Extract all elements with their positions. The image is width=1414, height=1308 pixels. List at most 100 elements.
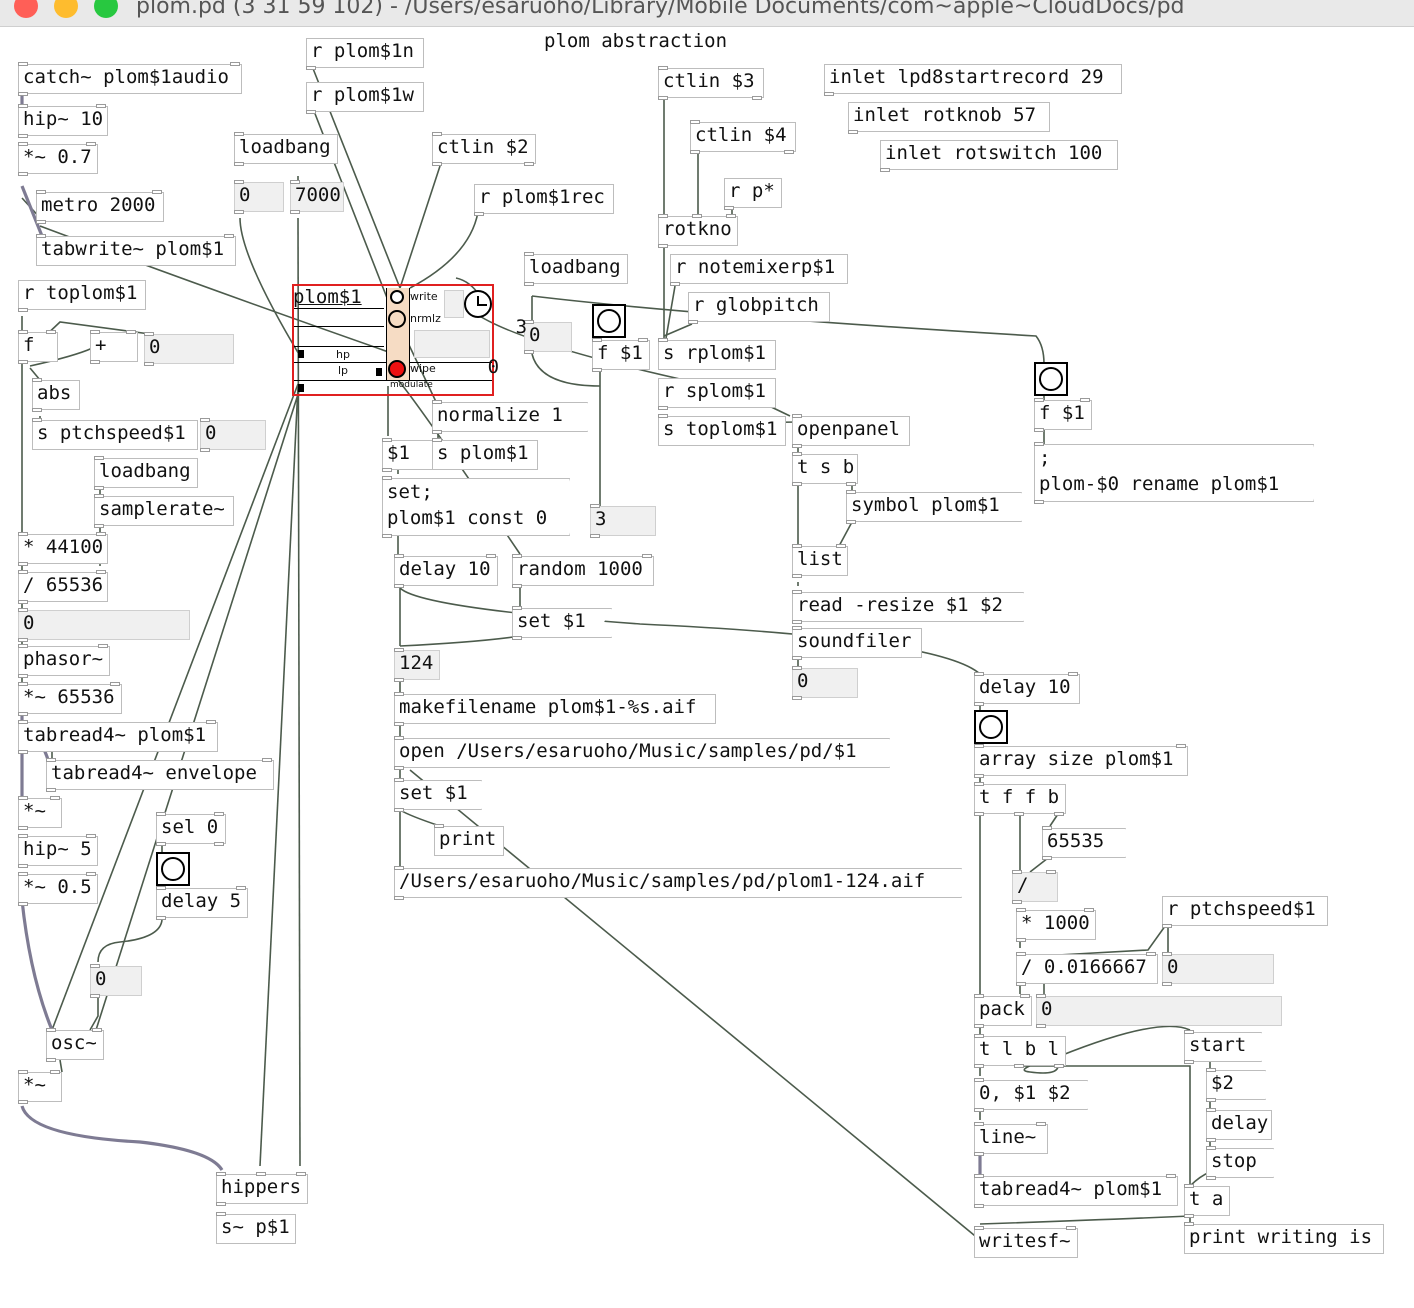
outlet-port[interactable] bbox=[144, 362, 154, 366]
inlet-port[interactable] bbox=[96, 104, 106, 108]
inlet-port[interactable] bbox=[46, 1028, 56, 1032]
inlet-port[interactable] bbox=[18, 644, 28, 648]
inlet-port[interactable] bbox=[96, 570, 106, 574]
object-box-array-size[interactable]: array size plom$1 bbox=[974, 744, 1188, 778]
outlet-port[interactable] bbox=[974, 1024, 984, 1028]
inlet-port[interactable] bbox=[1046, 870, 1056, 874]
inlet-port[interactable] bbox=[974, 994, 984, 998]
object-box-s-ptchspeed[interactable]: s ptchspeed$1 bbox=[32, 418, 198, 450]
object-box-hippers[interactable]: hippers bbox=[216, 1172, 308, 1206]
outlet-port[interactable] bbox=[394, 896, 404, 900]
object-box-soundfiler[interactable]: soundfiler bbox=[792, 626, 922, 660]
outlet-port[interactable] bbox=[382, 534, 392, 538]
inlet-port[interactable] bbox=[638, 338, 648, 342]
outlet-port[interactable] bbox=[1014, 1064, 1024, 1068]
gop-slider-lp[interactable] bbox=[376, 368, 382, 376]
outlet-port[interactable] bbox=[394, 584, 404, 588]
inlet-port[interactable] bbox=[726, 214, 736, 218]
gop-slider-hp[interactable] bbox=[298, 350, 304, 358]
message-box-set1-a[interactable]: set $1 bbox=[512, 606, 602, 640]
bang-button[interactable] bbox=[974, 710, 1008, 744]
object-box-print-writing[interactable]: print writing is bbox=[1184, 1222, 1384, 1254]
outlet-port[interactable] bbox=[382, 468, 392, 472]
number-box-num-c[interactable]: 0 bbox=[18, 608, 190, 642]
inlet-port[interactable] bbox=[18, 608, 28, 612]
object-box-metro[interactable]: metro 2000 bbox=[36, 190, 164, 224]
outlet-port[interactable] bbox=[792, 696, 802, 700]
close-window-button[interactable] bbox=[14, 0, 38, 18]
wipe-bang-icon[interactable] bbox=[388, 360, 406, 378]
inlet-port[interactable] bbox=[792, 626, 802, 630]
object-box-openpanel[interactable]: openpanel bbox=[792, 414, 910, 448]
inlet-port[interactable] bbox=[974, 1122, 984, 1126]
outlet-port[interactable] bbox=[792, 656, 802, 660]
object-box-div65536[interactable]: / 65536 bbox=[18, 570, 108, 604]
outlet-port[interactable] bbox=[216, 1202, 226, 1206]
inlet-port[interactable] bbox=[1016, 952, 1026, 956]
inlet-port[interactable] bbox=[486, 554, 496, 558]
inlet-port[interactable] bbox=[234, 180, 244, 184]
number-box-num-b[interactable]: 0 bbox=[200, 418, 266, 452]
outlet-port[interactable] bbox=[18, 92, 28, 96]
outlet-port[interactable] bbox=[18, 1100, 28, 1104]
object-box-r-p[interactable]: r p* bbox=[724, 178, 782, 210]
outlet-port[interactable] bbox=[200, 448, 210, 452]
inlet-port[interactable] bbox=[256, 1172, 266, 1176]
inlet-port[interactable] bbox=[394, 648, 404, 652]
object-box-sel0[interactable]: sel 0 bbox=[156, 812, 226, 846]
object-box-mul07[interactable]: *~ 0.7 bbox=[18, 142, 98, 176]
object-box-ta[interactable]: t a bbox=[1184, 1184, 1230, 1218]
inlet-port[interactable] bbox=[1084, 908, 1094, 912]
object-box-mul-sig-a[interactable]: *~ bbox=[18, 796, 62, 830]
object-box-ctlin2[interactable]: ctlin $2 bbox=[432, 132, 536, 166]
outlet-port[interactable] bbox=[214, 842, 224, 846]
object-box-r-globpitch[interactable]: r globpitch bbox=[688, 292, 830, 324]
inlet-port[interactable] bbox=[658, 338, 668, 342]
inlet-port[interactable] bbox=[18, 796, 28, 800]
inlet-port[interactable] bbox=[394, 778, 404, 782]
inlet-port[interactable] bbox=[18, 872, 28, 876]
outlet-port[interactable] bbox=[974, 702, 984, 706]
outlet-port[interactable] bbox=[46, 1058, 56, 1062]
inlet-port[interactable] bbox=[1068, 672, 1078, 676]
inlet-port[interactable] bbox=[512, 606, 522, 610]
inlet-port[interactable] bbox=[18, 142, 28, 146]
message-box-dollar1[interactable]: $1 bbox=[382, 438, 426, 472]
object-box-random[interactable]: random 1000 bbox=[512, 554, 654, 588]
outlet-port[interactable] bbox=[1016, 938, 1026, 942]
object-box-tabread4-b[interactable]: tabread4~ plom$1 bbox=[974, 1174, 1178, 1208]
object-box-s-toplom[interactable]: s toplom$1 bbox=[658, 414, 786, 446]
object-box-s-plom1[interactable]: s plom$1 bbox=[432, 438, 538, 470]
inlet-port[interactable] bbox=[1146, 952, 1156, 956]
outlet-port[interactable] bbox=[1054, 812, 1064, 816]
object-box-phasor[interactable]: phasor~ bbox=[18, 644, 110, 678]
outlet-port[interactable] bbox=[1206, 1176, 1216, 1180]
object-box-rotkno[interactable]: rotkno bbox=[658, 214, 738, 248]
outlet-port[interactable] bbox=[846, 482, 856, 486]
outlet-port[interactable] bbox=[974, 1064, 984, 1068]
inlet-port[interactable] bbox=[1206, 1108, 1216, 1112]
gop-counter-box[interactable]: 3 bbox=[444, 290, 527, 338]
outlet-port[interactable] bbox=[658, 406, 668, 410]
number-box-num-7000[interactable]: 7000 bbox=[290, 180, 344, 214]
inlet-port[interactable] bbox=[1080, 398, 1090, 402]
object-box-f-dollar-a[interactable]: f $1 bbox=[592, 338, 650, 372]
inlet-port[interactable] bbox=[86, 142, 96, 146]
outlet-port[interactable] bbox=[824, 92, 834, 96]
inlet-port[interactable] bbox=[1184, 1222, 1194, 1226]
inlet-port[interactable] bbox=[94, 494, 104, 498]
inlet-port[interactable] bbox=[126, 330, 136, 334]
outlet-port[interactable] bbox=[90, 994, 100, 998]
object-box-catch[interactable]: catch~ plom$1audio bbox=[18, 62, 242, 96]
inlet-port[interactable] bbox=[974, 782, 984, 786]
number-box-num-i[interactable]: 0 bbox=[1036, 994, 1282, 1028]
outlet-port[interactable] bbox=[1054, 1064, 1064, 1068]
inlet-port[interactable] bbox=[144, 332, 154, 336]
inlet-port[interactable] bbox=[1012, 870, 1022, 874]
inlet-port[interactable] bbox=[394, 692, 404, 696]
outlet-port[interactable] bbox=[724, 206, 734, 210]
object-box-loadbang-r[interactable]: loadbang bbox=[524, 252, 628, 286]
outlet-port[interactable] bbox=[18, 750, 28, 754]
outlet-port[interactable] bbox=[1016, 982, 1026, 986]
object-box-s-rplom[interactable]: s rplom$1 bbox=[658, 338, 776, 370]
